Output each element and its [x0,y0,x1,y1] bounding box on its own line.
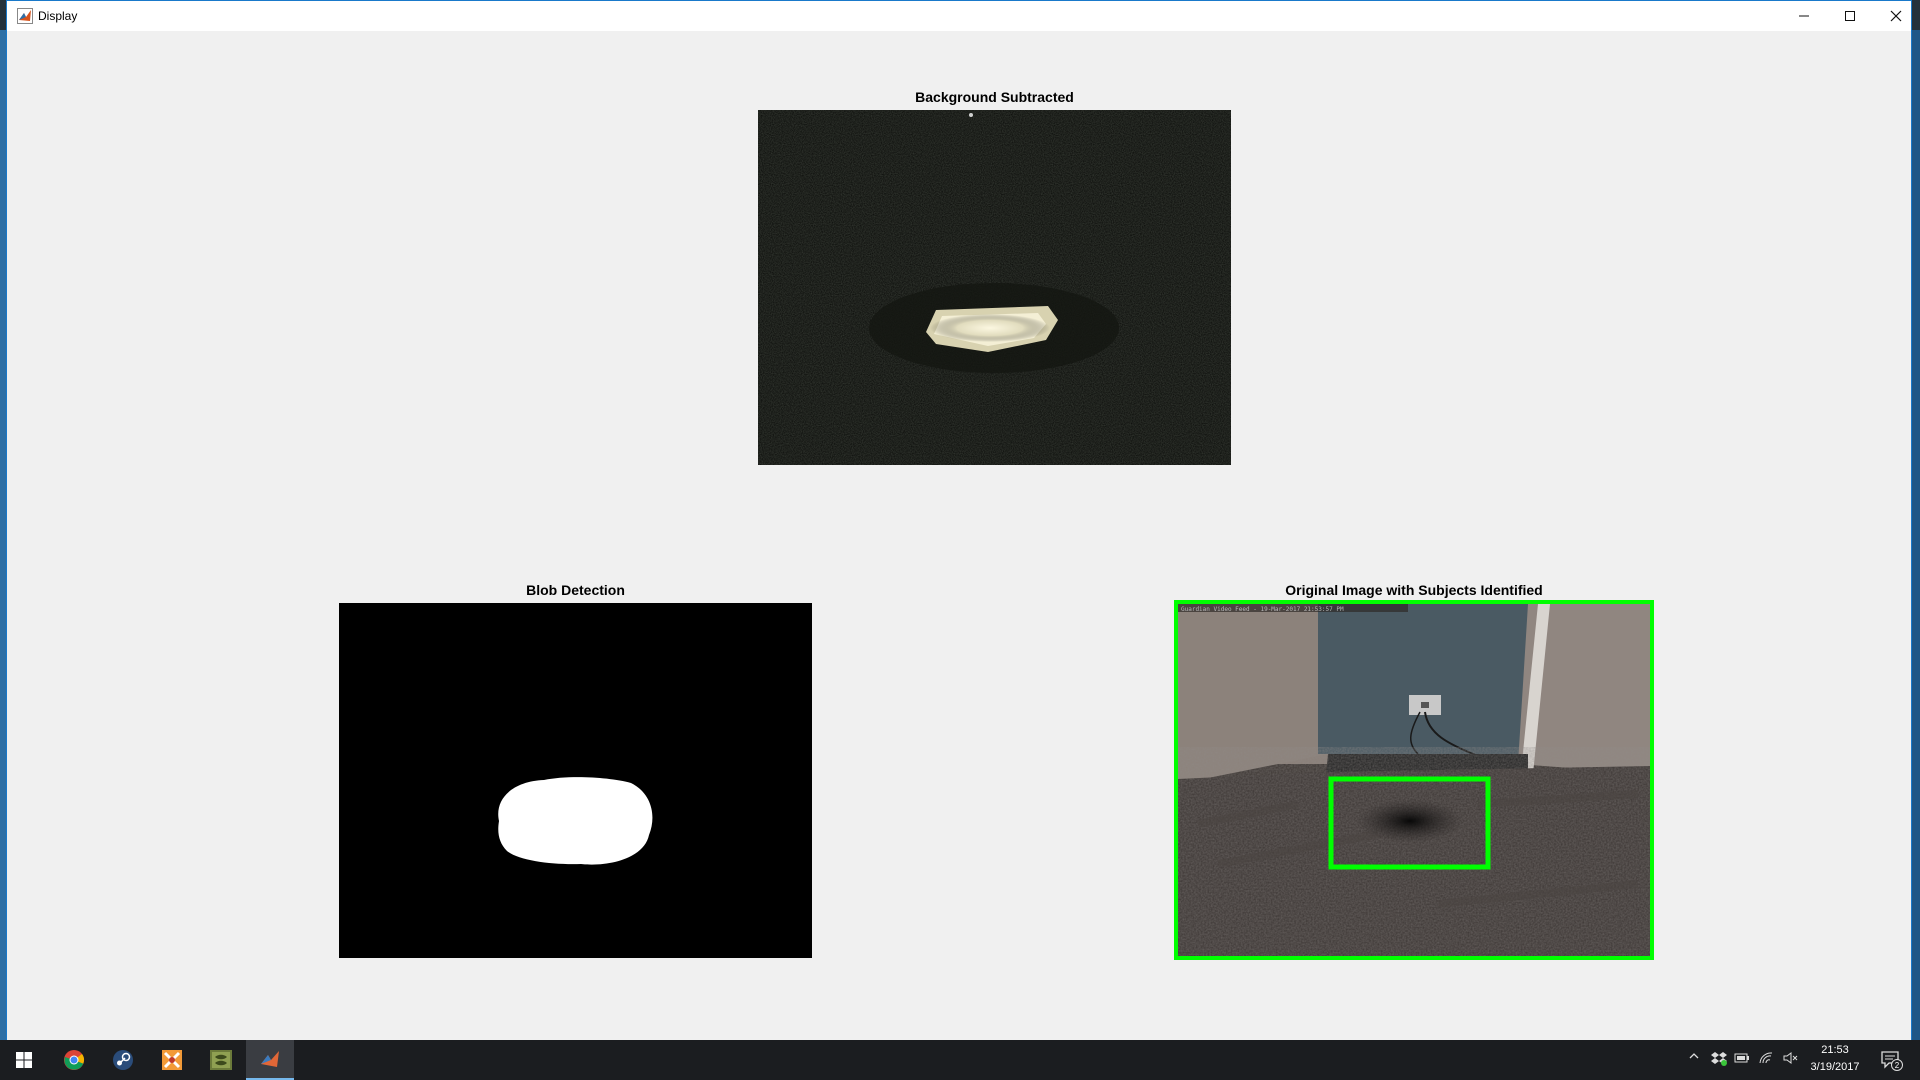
video-feed-overlay-text: Guardian Video Feed - 19-Mar-2017 21:53:… [1181,606,1344,613]
taskbar-app-orange[interactable] [148,1040,196,1080]
desktop: Display Background Subtracted Blob Detec… [0,0,1920,1080]
title-bar[interactable]: Display [7,1,1911,31]
matlab-icon[interactable] [17,8,33,24]
window-title: Display [38,9,78,23]
maximize-icon [1845,11,1855,21]
close-button[interactable] [1873,1,1919,31]
notification-icon: 2 [1881,1051,1903,1071]
original-image-with-detections: Guardian Video Feed - 19-Mar-2017 21:53:… [1174,600,1654,960]
taskbar: 21:53 3/19/2017 2 [0,1040,1920,1080]
wifi-icon[interactable] [1758,1050,1774,1069]
minimize-icon [1799,15,1809,17]
original-image-title: Original Image with Subjects Identified [1285,582,1543,598]
taskbar-chrome[interactable] [50,1040,98,1080]
figure-area: Background Subtracted Blob Detection Ori… [7,31,1911,1041]
background-subtracted-image [758,110,1231,465]
chevron-up-icon[interactable] [1688,1050,1700,1065]
blob-detection-image [339,603,812,958]
start-button[interactable] [0,1040,48,1080]
maximize-button[interactable] [1827,1,1873,31]
background-subtracted-title: Background Subtracted [915,89,1074,105]
taskbar-steam[interactable] [99,1040,147,1080]
windows-start-icon [16,1052,32,1068]
clock-date[interactable]: 3/19/2017 [1802,1061,1868,1073]
volume-muted-icon[interactable] [1782,1050,1798,1069]
matlab-icon [261,1051,279,1067]
taskbar-app-green[interactable] [197,1040,245,1080]
chrome-icon [64,1050,84,1070]
steam-icon [113,1050,133,1070]
close-icon [1890,10,1902,22]
blob-detection-title: Blob Detection [526,582,625,598]
clock-time[interactable]: 21:53 [1810,1044,1860,1056]
minimize-button[interactable] [1781,1,1827,31]
dropbox-icon[interactable] [1711,1050,1727,1069]
app-green-icon [210,1050,232,1070]
notification-count: 2 [1895,1061,1900,1070]
battery-icon[interactable] [1734,1050,1750,1069]
display-window: Display Background Subtracted Blob Detec… [6,0,1912,1041]
app-orange-icon [162,1050,182,1070]
taskbar-matlab[interactable] [246,1040,294,1080]
action-center-button[interactable]: 2 [1880,1048,1904,1075]
